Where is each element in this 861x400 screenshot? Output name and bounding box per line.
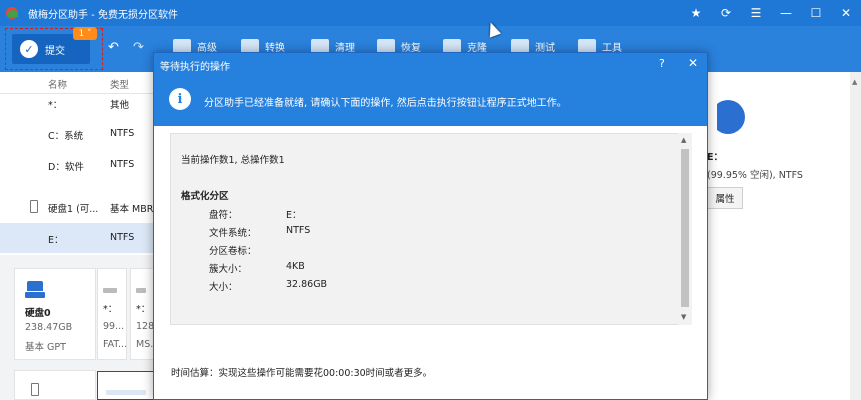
clone-icon — [443, 39, 461, 53]
op-field-label: 簇大小： — [209, 264, 248, 275]
disk-icon — [30, 200, 38, 213]
hard-disk-icon — [25, 281, 45, 299]
pending-operations-dialog: 等待执行的操作 ? ✕ i 分区助手已经准备就绪, 请确认下面的操作, 然后点击… — [153, 52, 708, 400]
properties-button[interactable]: 属性 — [707, 187, 743, 209]
help-icon[interactable]: ? — [659, 57, 665, 70]
time-estimate: 时间估算：实现这些操作可能需要花00:00:30时间或者更多。 — [171, 368, 433, 379]
right-scrollbar[interactable]: ▲ — [850, 72, 861, 400]
test-icon — [511, 39, 529, 53]
op-field-value: NTFS — [286, 225, 311, 236]
redo-icon[interactable]: ↷ — [133, 40, 144, 55]
maximize-button[interactable]: ☐ — [801, 0, 831, 26]
op-field-label: 盘符： — [209, 210, 238, 221]
partition-row[interactable]: C：系统 NTFS — [0, 119, 154, 149]
op-field-label: 大小： — [209, 282, 238, 293]
partition-card[interactable]: *： 128 MS... — [130, 268, 159, 360]
pending-count-badge[interactable]: 1 ˅ — [73, 27, 97, 40]
close-button[interactable]: ✕ — [831, 0, 861, 26]
partition-card-selected[interactable] — [97, 371, 154, 400]
window-title: 傲梅分区助手 - 免费无损分区软件 — [28, 9, 178, 21]
dialog-close-icon[interactable]: ✕ — [688, 56, 698, 70]
tools-icon — [578, 39, 596, 53]
partition-label: E： — [707, 152, 723, 163]
partition-detail: (99.95% 空闲), NTFS — [707, 170, 803, 181]
convert-icon — [241, 39, 259, 53]
info-icon: i — [169, 88, 191, 110]
dialog-title: 等待执行的操作 — [160, 62, 230, 73]
recover-icon — [377, 39, 395, 53]
op-field-label: 分区卷标： — [209, 246, 257, 257]
partition-card[interactable]: *： 99... FAT... — [97, 268, 127, 360]
star-icon[interactable]: ★ — [681, 0, 711, 26]
ops-summary: 当前操作数1, 总操作数1 — [181, 155, 285, 166]
disk-row[interactable]: 硬盘1 (可... 基本 MBR — [0, 192, 154, 222]
minimize-button[interactable]: — — [771, 0, 801, 26]
dialog-title-bar: 等待执行的操作 ? ✕ — [154, 53, 707, 76]
op-field-value: 32.86GB — [286, 279, 328, 290]
partition-info-panel: E： (99.95% 空闲), NTFS ▲ — [707, 72, 861, 400]
partition-row[interactable]: *： 其他 — [0, 88, 154, 118]
operations-scrollbar[interactable]: ▲ ▼ — [678, 133, 692, 325]
operations-list: 当前操作数1, 总操作数1 格式化分区 盘符： E： 文件系统： NTFS 分区… — [170, 133, 692, 325]
app-logo-icon — [6, 7, 20, 19]
disk-card[interactable]: 硬盘0 238.47GB 基本 GPT — [14, 268, 96, 360]
clean-icon — [311, 39, 329, 53]
op-field-value: 4KB — [286, 261, 305, 272]
scrollbar-thumb[interactable] — [681, 149, 689, 307]
check-icon: ✓ — [20, 40, 38, 58]
op-field-value: E： — [286, 210, 302, 221]
toolbox-icon — [173, 39, 191, 53]
refresh-icon[interactable]: ⟳ — [711, 0, 741, 26]
disk-card[interactable] — [14, 370, 96, 400]
commit-label: 提交 — [45, 45, 65, 57]
partition-row[interactable]: D：软件 NTFS — [0, 150, 154, 180]
title-bar: 傲梅分区助手 - 免费无损分区软件 ★ ⟳ ☰ — ☐ ✕ — [0, 0, 861, 26]
disk-icon — [31, 383, 39, 396]
op-title: 格式化分区 — [181, 191, 229, 202]
op-field-label: 文件系统： — [209, 228, 257, 239]
undo-icon[interactable]: ↶ — [108, 40, 119, 55]
banner-message: 分区助手已经准备就绪, 请确认下面的操作, 然后点击执行按钮让程序正式地工作。 — [204, 98, 567, 109]
dialog-banner: i 分区助手已经准备就绪, 请确认下面的操作, 然后点击执行按钮让程序正式地工作… — [154, 76, 707, 126]
menu-icon[interactable]: ☰ — [741, 0, 771, 26]
partition-row-selected[interactable]: E： NTFS — [0, 223, 154, 253]
